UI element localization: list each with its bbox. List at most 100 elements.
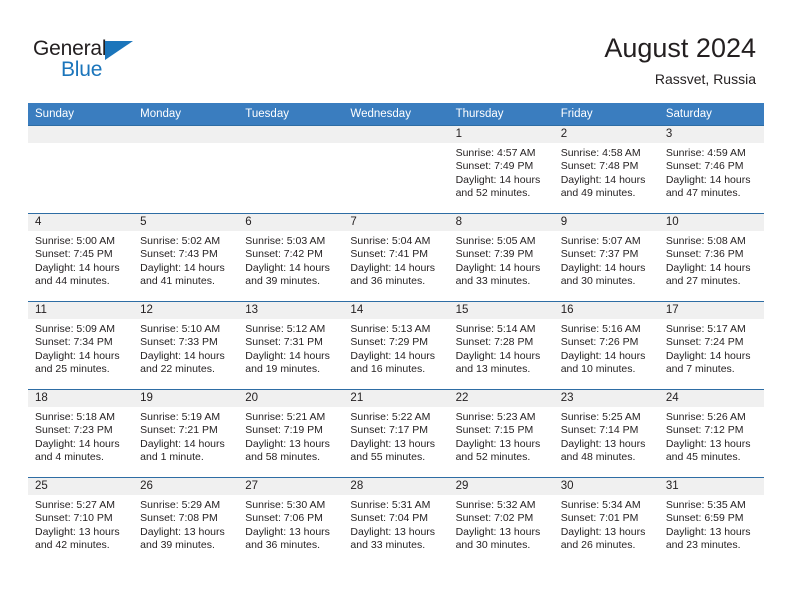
- calendar-day-cell[interactable]: 2 Sunrise: 4:58 AM Sunset: 7:48 PM Daylight…: [553, 125, 659, 214]
- calendar-cell-empty: [343, 125, 449, 214]
- calendar-day-cell[interactable]: 19 Sunrise: 5:19 AM Sunset: 7:21 PM Dayligh…: [133, 389, 239, 478]
- calendar-day-cell[interactable]: 25 Sunrise: 5:27 AM Sunset: 7:10 PM Dayligh…: [28, 477, 134, 566]
- daylight-text-line2: and 47 minutes.: [665, 187, 741, 200]
- sunrise-text: Sunrise: 5:07 AM: [560, 235, 641, 247]
- daylight-text-line2: and 36 minutes.: [245, 539, 320, 552]
- daylight-text-line2: and 55 minutes.: [350, 451, 426, 464]
- calendar-day-cell[interactable]: 21 Sunrise: 5:22 AM Sunset: 7:17 PM Dayligh…: [343, 389, 449, 478]
- daylight-text-line2: and 22 minutes.: [140, 363, 215, 376]
- day-details: Sunrise: 5:10 AM Sunset: 7:33 PM Daylight:…: [133, 319, 238, 377]
- calendar-day-cell[interactable]: 22 Sunrise: 5:23 AM Sunset: 7:15 PM Dayligh…: [448, 389, 554, 478]
- sunset-text: Sunset: 7:31 PM: [245, 336, 323, 349]
- calendar-week-row: 1 Sunrise: 4:57 AM Sunset: 7:49 PM Daylight…: [28, 125, 764, 214]
- day-number: 9: [553, 214, 659, 231]
- calendar-day-cell[interactable]: 6 Sunrise: 5:03 AM Sunset: 7:42 PM Daylight…: [238, 213, 344, 302]
- daylight-text-line1: Daylight: 14 hours: [140, 261, 225, 274]
- day-details: Sunrise: 5:35 AM Sunset: 6:59 PM Daylight:…: [659, 495, 764, 553]
- sunrise-text: Sunrise: 5:32 AM: [455, 499, 536, 511]
- triangle-icon: [105, 41, 133, 60]
- day-details: Sunrise: 4:58 AM Sunset: 7:48 PM Daylight:…: [554, 143, 659, 201]
- calendar-page: General Blue August 2024 Rassvet, Russia…: [0, 0, 792, 612]
- day-details: Sunrise: 5:02 AM Sunset: 7:43 PM Daylight:…: [133, 231, 238, 289]
- day-details: Sunrise: 5:22 AM Sunset: 7:17 PM Daylight:…: [343, 407, 448, 465]
- calendar-body: 1 Sunrise: 4:57 AM Sunset: 7:49 PM Daylight…: [28, 125, 764, 566]
- weekday-header-saturday: Saturday: [658, 103, 764, 126]
- day-number: 27: [238, 478, 344, 495]
- sunset-text: Sunset: 7:02 PM: [455, 512, 534, 525]
- calendar-day-cell[interactable]: 20 Sunrise: 5:21 AM Sunset: 7:19 PM Dayligh…: [238, 389, 344, 478]
- calendar-day-cell[interactable]: 16 Sunrise: 5:16 AM Sunset: 7:26 PM Dayligh…: [553, 301, 659, 390]
- sunrise-text: Sunrise: 4:57 AM: [455, 147, 536, 159]
- calendar-day-cell[interactable]: 23 Sunrise: 5:25 AM Sunset: 7:14 PM Dayligh…: [553, 389, 659, 478]
- day-details: Sunrise: 4:57 AM Sunset: 7:49 PM Daylight:…: [449, 143, 554, 201]
- calendar-day-cell[interactable]: 13 Sunrise: 5:12 AM Sunset: 7:31 PM Dayligh…: [238, 301, 344, 390]
- calendar-day-cell[interactable]: 4 Sunrise: 5:00 AM Sunset: 7:45 PM Daylight…: [28, 213, 134, 302]
- page-header: General Blue August 2024 Rassvet, Russia: [0, 0, 792, 100]
- brand-logo[interactable]: General Blue: [33, 38, 203, 84]
- sunset-text: Sunset: 7:29 PM: [350, 336, 429, 349]
- sunset-text: Sunset: 7:36 PM: [665, 248, 744, 261]
- daylight-text-line1: Daylight: 13 hours: [665, 437, 751, 450]
- calendar-day-cell[interactable]: 15 Sunrise: 5:14 AM Sunset: 7:28 PM Dayligh…: [448, 301, 554, 390]
- calendar-week-row: 18 Sunrise: 5:18 AM Sunset: 7:23 PM Dayligh…: [28, 389, 764, 478]
- calendar-day-cell[interactable]: 28 Sunrise: 5:31 AM Sunset: 7:04 PM Dayligh…: [343, 477, 449, 566]
- day-number: [133, 126, 239, 143]
- day-number: 19: [133, 390, 239, 407]
- sunset-text: Sunset: 7:15 PM: [455, 424, 534, 437]
- calendar-day-cell[interactable]: 12 Sunrise: 5:10 AM Sunset: 7:33 PM Dayligh…: [133, 301, 239, 390]
- weekday-header-tuesday: Tuesday: [238, 103, 344, 126]
- daylight-text-line2: and 10 minutes.: [560, 363, 636, 376]
- calendar-day-cell[interactable]: 11 Sunrise: 5:09 AM Sunset: 7:34 PM Dayligh…: [28, 301, 134, 390]
- sunset-text: Sunset: 7:21 PM: [140, 424, 218, 437]
- calendar-day-cell[interactable]: 8 Sunrise: 5:05 AM Sunset: 7:39 PM Daylight…: [448, 213, 554, 302]
- daylight-text-line1: Daylight: 13 hours: [560, 525, 646, 538]
- calendar-day-cell[interactable]: 10 Sunrise: 5:08 AM Sunset: 7:36 PM Dayligh…: [658, 213, 764, 302]
- day-details: Sunrise: 5:26 AM Sunset: 7:12 PM Daylight:…: [659, 407, 764, 465]
- calendar-day-cell[interactable]: 17 Sunrise: 5:17 AM Sunset: 7:24 PM Dayligh…: [658, 301, 764, 390]
- sunrise-text: Sunrise: 5:27 AM: [35, 499, 115, 511]
- daylight-text-line1: Daylight: 13 hours: [35, 525, 120, 538]
- day-details: Sunrise: 5:21 AM Sunset: 7:19 PM Daylight:…: [238, 407, 343, 465]
- day-details: Sunrise: 5:30 AM Sunset: 7:06 PM Daylight:…: [238, 495, 343, 553]
- calendar-day-cell[interactable]: 30 Sunrise: 5:34 AM Sunset: 7:01 PM Dayligh…: [553, 477, 659, 566]
- sunset-text: Sunset: 7:24 PM: [665, 336, 744, 349]
- sunrise-text: Sunrise: 5:22 AM: [350, 411, 431, 423]
- day-details: Sunrise: 5:04 AM Sunset: 7:41 PM Daylight:…: [343, 231, 448, 289]
- calendar-day-cell[interactable]: 3 Sunrise: 4:59 AM Sunset: 7:46 PM Daylight…: [658, 125, 764, 214]
- daylight-text-line1: Daylight: 14 hours: [560, 261, 646, 274]
- day-number: 11: [28, 302, 134, 319]
- day-details: Sunrise: 5:17 AM Sunset: 7:24 PM Daylight:…: [659, 319, 764, 377]
- calendar-day-cell[interactable]: 29 Sunrise: 5:32 AM Sunset: 7:02 PM Dayligh…: [448, 477, 554, 566]
- calendar-cell-empty: [133, 125, 239, 214]
- daylight-text-line2: and 30 minutes.: [560, 275, 636, 288]
- calendar-day-cell[interactable]: 24 Sunrise: 5:26 AM Sunset: 7:12 PM Dayligh…: [658, 389, 764, 478]
- calendar-day-cell[interactable]: 9 Sunrise: 5:07 AM Sunset: 7:37 PM Daylight…: [553, 213, 659, 302]
- weekday-header-friday: Friday: [553, 103, 659, 126]
- calendar-day-cell[interactable]: 5 Sunrise: 5:02 AM Sunset: 7:43 PM Daylight…: [133, 213, 239, 302]
- calendar-day-cell[interactable]: 27 Sunrise: 5:30 AM Sunset: 7:06 PM Dayligh…: [238, 477, 344, 566]
- day-number: 31: [658, 478, 764, 495]
- sunrise-text: Sunrise: 5:18 AM: [35, 411, 115, 423]
- day-details: Sunrise: 5:05 AM Sunset: 7:39 PM Daylight:…: [449, 231, 554, 289]
- calendar-day-cell[interactable]: 31 Sunrise: 5:35 AM Sunset: 6:59 PM Dayligh…: [658, 477, 764, 566]
- daylight-text-line1: Daylight: 13 hours: [455, 437, 541, 450]
- day-details: Sunrise: 5:07 AM Sunset: 7:37 PM Daylight:…: [554, 231, 659, 289]
- daylight-text-line1: Daylight: 13 hours: [350, 525, 436, 538]
- day-details: Sunrise: 5:27 AM Sunset: 7:10 PM Daylight:…: [28, 495, 133, 553]
- sunset-text: Sunset: 7:26 PM: [560, 336, 639, 349]
- calendar-day-cell[interactable]: 14 Sunrise: 5:13 AM Sunset: 7:29 PM Dayligh…: [343, 301, 449, 390]
- sunrise-text: Sunrise: 5:16 AM: [560, 323, 641, 335]
- calendar-day-cell[interactable]: 26 Sunrise: 5:29 AM Sunset: 7:08 PM Dayligh…: [133, 477, 239, 566]
- daylight-text-line2: and 30 minutes.: [455, 539, 531, 552]
- calendar-day-cell[interactable]: 18 Sunrise: 5:18 AM Sunset: 7:23 PM Dayligh…: [28, 389, 134, 478]
- day-details: Sunrise: 5:18 AM Sunset: 7:23 PM Daylight:…: [28, 407, 133, 465]
- daylight-text-line2: and 36 minutes.: [350, 275, 426, 288]
- weekday-header-monday: Monday: [133, 103, 239, 126]
- day-number: 6: [238, 214, 344, 231]
- sunrise-text: Sunrise: 5:21 AM: [245, 411, 326, 423]
- calendar-day-cell[interactable]: 7 Sunrise: 5:04 AM Sunset: 7:41 PM Daylight…: [343, 213, 449, 302]
- calendar-day-cell[interactable]: 1 Sunrise: 4:57 AM Sunset: 7:49 PM Daylight…: [448, 125, 554, 214]
- daylight-text-line1: Daylight: 13 hours: [140, 525, 225, 538]
- brand-name-bottom: Blue: [61, 58, 103, 81]
- daylight-text-line2: and 33 minutes.: [455, 275, 531, 288]
